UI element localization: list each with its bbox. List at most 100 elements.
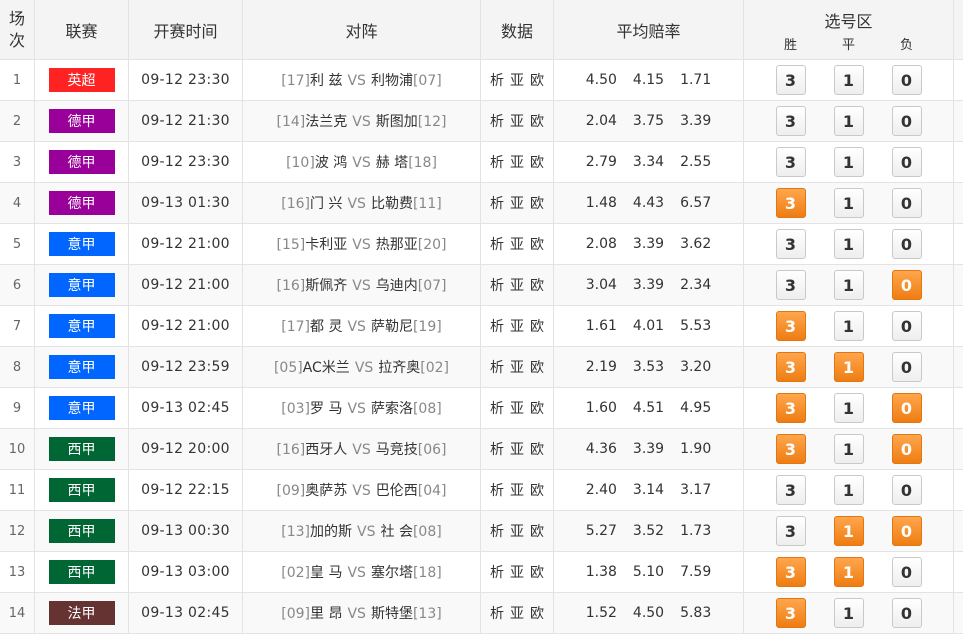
away-team[interactable]: 拉齐奥: [378, 360, 420, 376]
home-team[interactable]: 都 灵: [310, 319, 342, 335]
pick-button-draw[interactable]: 1: [833, 229, 864, 259]
pick-button-win[interactable]: 3: [775, 106, 806, 136]
euro-odds-link[interactable]: 欧: [530, 565, 544, 581]
away-team[interactable]: 热那亚: [376, 237, 418, 253]
analysis-link[interactable]: 析: [490, 524, 504, 540]
away-team[interactable]: 塞尔塔: [371, 565, 413, 581]
pick-button-loss[interactable]: 0: [891, 557, 922, 587]
euro-odds-link[interactable]: 欧: [530, 114, 544, 130]
pick-button-loss[interactable]: 0: [891, 229, 922, 259]
pick-button-draw[interactable]: 1: [833, 598, 864, 628]
asian-odds-link[interactable]: 亚: [510, 442, 524, 458]
match-teams[interactable]: [17]都 灵 VS 萨勒尼[19]: [281, 316, 441, 336]
home-team[interactable]: 门 兴: [310, 196, 342, 212]
pick-button-draw[interactable]: 1: [833, 393, 864, 423]
match-teams[interactable]: [15]卡利亚 VS 热那亚[20]: [277, 234, 447, 254]
analysis-link[interactable]: 析: [490, 319, 504, 335]
match-teams[interactable]: [16]门 兴 VS 比勒费[11]: [281, 193, 441, 213]
league-badge[interactable]: 意甲: [48, 273, 115, 297]
pick-button-win[interactable]: 3: [775, 270, 806, 300]
away-team[interactable]: 赫 塔: [376, 155, 408, 171]
league-badge[interactable]: 德甲: [48, 150, 115, 174]
home-team[interactable]: 西牙人: [305, 442, 347, 458]
pick-button-loss[interactable]: 0: [891, 65, 922, 95]
match-teams[interactable]: [14]法兰克 VS 斯图加[12]: [277, 111, 447, 131]
pick-button-loss[interactable]: 0: [891, 516, 922, 546]
pick-button-win[interactable]: 3: [775, 65, 806, 95]
away-team[interactable]: 斯特堡: [371, 606, 413, 622]
pick-button-win[interactable]: 3: [775, 557, 806, 587]
euro-odds-link[interactable]: 欧: [530, 278, 544, 294]
analysis-link[interactable]: 析: [490, 196, 504, 212]
euro-odds-link[interactable]: 欧: [530, 237, 544, 253]
away-team[interactable]: 萨索洛: [371, 401, 413, 417]
asian-odds-link[interactable]: 亚: [510, 524, 524, 540]
euro-odds-link[interactable]: 欧: [530, 73, 544, 89]
league-badge[interactable]: 西甲: [48, 519, 115, 543]
home-team[interactable]: 罗 马: [310, 401, 342, 417]
match-teams[interactable]: [17]利 兹 VS 利物浦[07]: [281, 70, 441, 90]
pick-button-win[interactable]: 3: [775, 475, 806, 505]
euro-odds-link[interactable]: 欧: [530, 196, 544, 212]
pick-button-win[interactable]: 3: [775, 147, 806, 177]
pick-button-draw[interactable]: 1: [833, 475, 864, 505]
away-team[interactable]: 社 会: [381, 524, 413, 540]
asian-odds-link[interactable]: 亚: [510, 606, 524, 622]
home-team[interactable]: 法兰克: [305, 114, 347, 130]
euro-odds-link[interactable]: 欧: [530, 524, 544, 540]
pick-button-win[interactable]: 3: [775, 516, 806, 546]
pick-button-win[interactable]: 3: [775, 434, 806, 464]
pick-button-loss[interactable]: 0: [891, 311, 922, 341]
pick-button-draw[interactable]: 1: [833, 147, 864, 177]
pick-button-win[interactable]: 3: [775, 393, 806, 423]
pick-button-draw[interactable]: 1: [833, 557, 864, 587]
euro-odds-link[interactable]: 欧: [530, 483, 544, 499]
analysis-link[interactable]: 析: [490, 114, 504, 130]
match-teams[interactable]: [13]加的斯 VS 社 会[08]: [281, 521, 441, 541]
home-team[interactable]: 波 鸿: [315, 155, 347, 171]
pick-button-loss[interactable]: 0: [891, 598, 922, 628]
asian-odds-link[interactable]: 亚: [510, 73, 524, 89]
asian-odds-link[interactable]: 亚: [510, 114, 524, 130]
home-team[interactable]: 里 昂: [310, 606, 342, 622]
home-team[interactable]: 利 兹: [310, 73, 342, 89]
league-badge[interactable]: 英超: [48, 68, 115, 92]
match-teams[interactable]: [02]皇 马 VS 塞尔塔[18]: [281, 562, 441, 582]
away-team[interactable]: 比勒费: [371, 196, 413, 212]
pick-button-draw[interactable]: 1: [833, 65, 864, 95]
pick-button-loss[interactable]: 0: [891, 475, 922, 505]
asian-odds-link[interactable]: 亚: [510, 360, 524, 376]
analysis-link[interactable]: 析: [490, 606, 504, 622]
match-teams[interactable]: [09]里 昂 VS 斯特堡[13]: [281, 603, 441, 623]
pick-button-win[interactable]: 3: [775, 352, 806, 382]
analysis-link[interactable]: 析: [490, 278, 504, 294]
asian-odds-link[interactable]: 亚: [510, 319, 524, 335]
asian-odds-link[interactable]: 亚: [510, 237, 524, 253]
league-badge[interactable]: 西甲: [48, 560, 115, 584]
home-team[interactable]: 奥萨苏: [305, 483, 347, 499]
analysis-link[interactable]: 析: [490, 360, 504, 376]
pick-button-win[interactable]: 3: [775, 598, 806, 628]
match-teams[interactable]: [10]波 鸿 VS 赫 塔[18]: [286, 152, 437, 172]
league-badge[interactable]: 意甲: [48, 355, 115, 379]
home-team[interactable]: AC米兰: [303, 360, 350, 376]
pick-button-win[interactable]: 3: [775, 188, 806, 218]
pick-button-win[interactable]: 3: [775, 311, 806, 341]
home-team[interactable]: 斯佩齐: [305, 278, 347, 294]
pick-button-loss[interactable]: 0: [891, 270, 922, 300]
pick-button-draw[interactable]: 1: [833, 352, 864, 382]
pick-button-win[interactable]: 3: [775, 229, 806, 259]
asian-odds-link[interactable]: 亚: [510, 401, 524, 417]
league-badge[interactable]: 西甲: [48, 437, 115, 461]
analysis-link[interactable]: 析: [490, 483, 504, 499]
match-teams[interactable]: [16]西牙人 VS 马竞技[06]: [277, 439, 447, 459]
pick-button-loss[interactable]: 0: [891, 393, 922, 423]
league-badge[interactable]: 西甲: [48, 478, 115, 502]
analysis-link[interactable]: 析: [490, 401, 504, 417]
analysis-link[interactable]: 析: [490, 565, 504, 581]
pick-button-loss[interactable]: 0: [891, 188, 922, 218]
pick-button-loss[interactable]: 0: [891, 106, 922, 136]
home-team[interactable]: 加的斯: [310, 524, 352, 540]
match-teams[interactable]: [16]斯佩齐 VS 乌迪内[07]: [277, 275, 447, 295]
league-badge[interactable]: 法甲: [48, 601, 115, 625]
